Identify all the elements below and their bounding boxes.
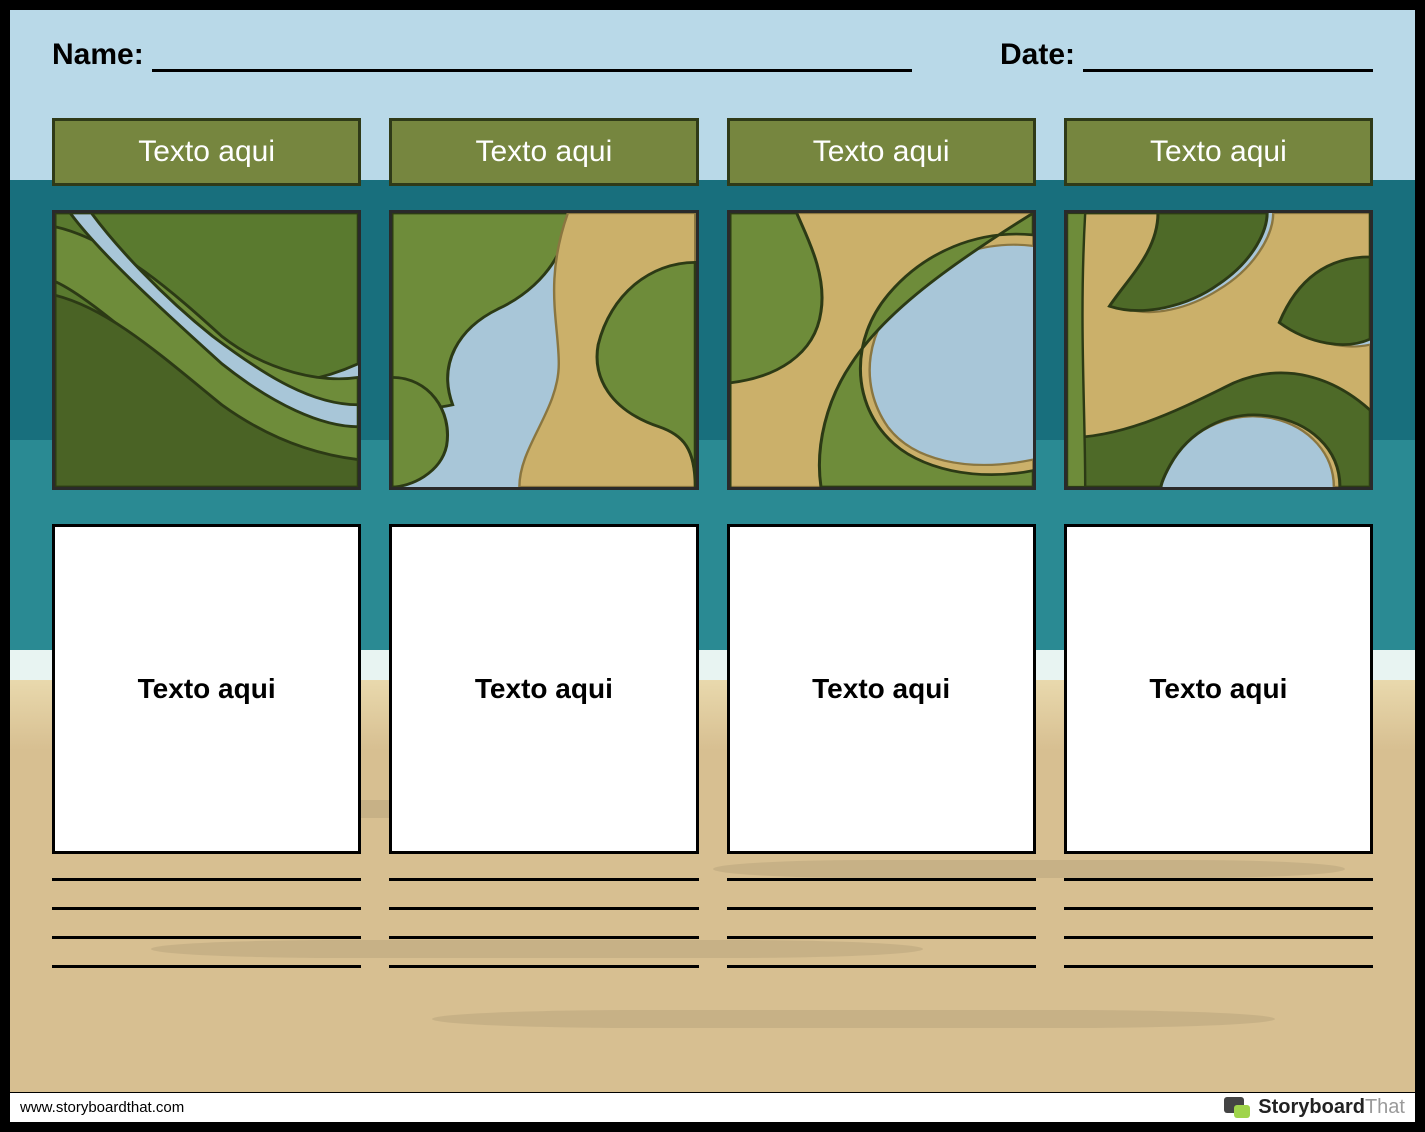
- column-4-tab[interactable]: Texto aqui: [1064, 118, 1373, 186]
- column-1-textbox-label: Texto aqui: [138, 673, 276, 705]
- writing-line[interactable]: [1064, 965, 1373, 968]
- date-input-line[interactable]: [1083, 44, 1373, 72]
- column-1-textbox[interactable]: Texto aqui: [52, 524, 361, 854]
- writing-line[interactable]: [52, 907, 361, 910]
- worksheet-page: Name: Date: Texto aqui: [0, 0, 1425, 1132]
- column-2-textbox[interactable]: Texto aqui: [389, 524, 698, 854]
- writing-line[interactable]: [727, 878, 1036, 881]
- date-label: Date:: [1000, 38, 1075, 72]
- column-3-lines: [727, 878, 1036, 968]
- writing-line[interactable]: [1064, 878, 1373, 881]
- column-1-tab[interactable]: Texto aqui: [52, 118, 361, 186]
- column-1-image: [52, 210, 361, 490]
- writing-line[interactable]: [52, 936, 361, 939]
- column-2-textbox-label: Texto aqui: [475, 673, 613, 705]
- writing-line[interactable]: [727, 936, 1036, 939]
- writing-line[interactable]: [389, 936, 698, 939]
- writing-line[interactable]: [1064, 936, 1373, 939]
- brand-light: That: [1365, 1096, 1405, 1118]
- writing-line[interactable]: [389, 878, 698, 881]
- column-2-image: [389, 210, 698, 490]
- brand-bold: Storyboard: [1258, 1096, 1365, 1118]
- column-3-image: [727, 210, 1036, 490]
- column-4-textbox-label: Texto aqui: [1149, 673, 1287, 705]
- footer: www.storyboardthat.com StoryboardThat: [10, 1092, 1415, 1122]
- column-2: Texto aqui Texto aqui: [389, 118, 698, 968]
- column-4-textbox[interactable]: Texto aqui: [1064, 524, 1373, 854]
- date-field[interactable]: Date:: [1000, 38, 1373, 72]
- footer-url: www.storyboardthat.com: [20, 1099, 184, 1116]
- column-3: Texto aqui Texto aqui: [727, 118, 1036, 968]
- column-2-tab[interactable]: Texto aqui: [389, 118, 698, 186]
- column-2-lines: [389, 878, 698, 968]
- column-4: Texto aqui Texto aqui: [1064, 118, 1373, 968]
- column-1: Texto aqui Texto aqui: [52, 118, 361, 968]
- name-input-line[interactable]: [152, 44, 912, 72]
- column-1-lines: [52, 878, 361, 968]
- writing-line[interactable]: [389, 965, 698, 968]
- column-3-textbox[interactable]: Texto aqui: [727, 524, 1036, 854]
- column-4-lines: [1064, 878, 1373, 968]
- writing-line[interactable]: [1064, 907, 1373, 910]
- column-3-textbox-label: Texto aqui: [812, 673, 950, 705]
- writing-line[interactable]: [727, 965, 1036, 968]
- storyboard-icon: [1224, 1097, 1250, 1119]
- form-header: Name: Date:: [52, 38, 1373, 72]
- writing-line[interactable]: [52, 965, 361, 968]
- brand-logo: StoryboardThat: [1224, 1096, 1405, 1119]
- writing-line[interactable]: [389, 907, 698, 910]
- column-4-image: [1064, 210, 1373, 490]
- writing-line[interactable]: [52, 878, 361, 881]
- name-field[interactable]: Name:: [52, 38, 912, 72]
- column-3-tab[interactable]: Texto aqui: [727, 118, 1036, 186]
- name-label: Name:: [52, 38, 144, 72]
- writing-line[interactable]: [727, 907, 1036, 910]
- columns-container: Texto aqui Texto aqui: [52, 118, 1373, 968]
